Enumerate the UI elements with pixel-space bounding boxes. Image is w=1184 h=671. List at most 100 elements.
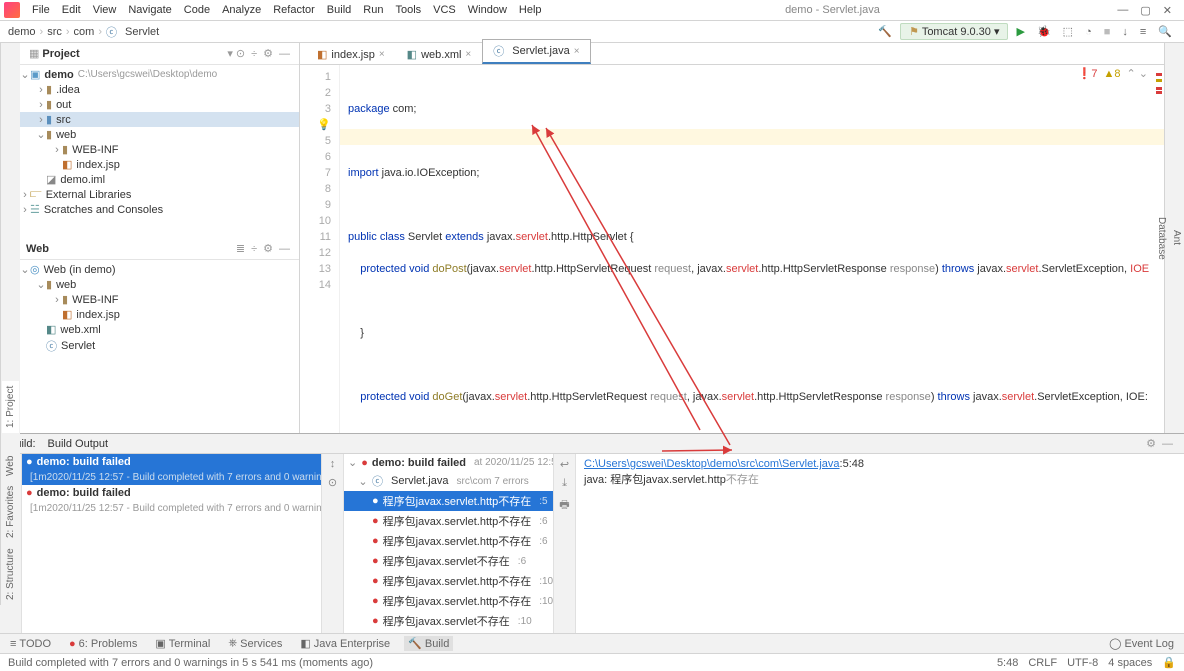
build-output-text[interactable]: C:\Users\gcswei\Desktop\demo\src\com\Ser… [576, 454, 1184, 633]
editor: ◧index.jsp× ◧web.xml× ⓒServlet.java× ❗7 … [300, 43, 1164, 433]
menu-refactor[interactable]: Refactor [267, 2, 321, 18]
iml-icon: ◪ [46, 173, 56, 186]
crumb-2[interactable]: com [74, 26, 95, 38]
build-history-item: [1m2020/11/25 12:57 - Build completed wi… [22, 501, 321, 516]
tab-index-jsp[interactable]: ◧index.jsp× [306, 44, 396, 64]
menu-analyze[interactable]: Analyze [216, 2, 267, 18]
error-item: ● 程序包javax.servlet.http不存在 :6 [344, 531, 553, 551]
target-icon[interactable]: ⊙ [328, 476, 337, 489]
services-tab[interactable]: ⎈ Services [224, 636, 286, 651]
crumb-0[interactable]: demo [8, 26, 36, 38]
web-icon: ◎ [30, 263, 40, 276]
build-panel: Build: Build Output ⚙ — ↻ ⊘ ● demo: buil… [0, 433, 1184, 633]
folder-icon: ▮ [46, 83, 52, 96]
update-icon[interactable]: ↓ [1118, 26, 1132, 38]
close-tab-icon[interactable]: × [574, 46, 580, 57]
statusbar: Build completed with 7 errors and 0 warn… [0, 653, 1184, 671]
project-tree[interactable]: ⌄▣demoC:\Users\gcswei\Desktop\demo ›▮.id… [20, 65, 299, 238]
scroll-icon[interactable]: ⤓ [562, 477, 567, 490]
web-header: Web [26, 243, 233, 255]
library-icon: ⫍ [30, 188, 42, 201]
class-icon: ⓒ [372, 473, 383, 489]
close-icon[interactable]: ✕ [1163, 4, 1172, 17]
menu-navigate[interactable]: Navigate [122, 2, 177, 18]
web-tool-tab[interactable]: Web [2, 451, 19, 481]
run-config-dropdown[interactable]: ⚑ Tomcat 9.0.30 ▾ [900, 23, 1008, 40]
lock-icon[interactable]: 🔒 [1162, 656, 1176, 669]
menu-edit[interactable]: Edit [56, 2, 87, 18]
menu-view[interactable]: View [87, 2, 123, 18]
menu-file[interactable]: File [26, 2, 56, 18]
profiler-icon[interactable]: ◔ [1081, 26, 1096, 38]
menu-code[interactable]: Code [178, 2, 216, 18]
build-error-tree[interactable]: ⌄● demo: build failed at 2020/11/25 12:5… [344, 454, 554, 633]
error-item: ● 程序包javax.servlet不存在 :10 [344, 611, 553, 631]
build-history-list[interactable]: ● demo: build failed [1m2020/11/25 12:57… [22, 454, 322, 633]
close-tab-icon[interactable]: × [379, 49, 385, 60]
web-tree[interactable]: ⌄◎Web (in demo) ⌄▮web ›▮WEB-INF ◧index.j… [20, 260, 299, 433]
maximize-icon[interactable]: ▢ [1140, 4, 1150, 17]
module-icon: ▣ [30, 68, 40, 81]
stop-icon[interactable]: ■ [1100, 26, 1115, 38]
coverage-icon[interactable]: ⬚ [1059, 25, 1077, 38]
print-icon[interactable]: 🖶 [559, 496, 569, 515]
menu-tools[interactable]: Tools [389, 2, 427, 18]
close-tab-icon[interactable]: × [465, 49, 471, 60]
right-tool-strip: Ant Database [1164, 43, 1184, 433]
gear-icon[interactable]: ⚙ [1143, 437, 1159, 450]
error-file-link[interactable]: C:\Users\gcswei\Desktop\demo\src\com\Ser… [584, 458, 840, 470]
menu-help[interactable]: Help [513, 2, 548, 18]
todo-tab[interactable]: ≡ TODO [6, 637, 55, 651]
wrap-icon[interactable]: ↩ [560, 458, 569, 471]
run-icon[interactable]: ▶ [1012, 25, 1028, 38]
tab-web-xml[interactable]: ◧web.xml× [396, 44, 483, 64]
menu-build[interactable]: Build [321, 2, 357, 18]
folder-icon: ▮ [46, 128, 52, 141]
build-tab[interactable]: 🔨 Build [404, 636, 453, 651]
event-log-tab[interactable]: ◯ Event Log [1105, 636, 1178, 651]
collapse-icon[interactable]: ÷ [248, 48, 260, 60]
target-icon[interactable]: ⊙ [233, 47, 248, 60]
debug-icon[interactable]: 🐞 [1033, 25, 1055, 38]
gear-icon[interactable]: ⚙ [260, 242, 276, 255]
xml-icon: ◧ [46, 323, 56, 336]
search-icon[interactable]: 🔍 [1154, 25, 1176, 38]
hide-icon[interactable]: — [276, 243, 293, 255]
gear-icon[interactable]: ⚙ [260, 47, 276, 60]
structure-tool-tab[interactable]: 2: Structure [2, 543, 19, 605]
hide-icon[interactable]: — [1159, 438, 1176, 450]
collapse-icon[interactable]: ÷ [248, 243, 260, 255]
problems-tab[interactable]: ● 6: Problems [65, 637, 141, 651]
settings-icon[interactable]: ≡ [1136, 26, 1150, 38]
project-toolwindow-icon: ▦ [26, 47, 42, 60]
menu-vcs[interactable]: VCS [427, 2, 462, 18]
editor-tabs: ◧index.jsp× ◧web.xml× ⓒServlet.java× [300, 43, 1164, 65]
hide-icon[interactable]: — [276, 48, 293, 60]
crumb-3[interactable]: Servlet [125, 26, 159, 38]
toolbar: demo› src› com› ⓒ Servlet 🔨 ⚑ Tomcat 9.0… [0, 21, 1184, 43]
terminal-tab[interactable]: ▣ Terminal [151, 636, 214, 651]
filter-icon[interactable]: ≣ [233, 242, 248, 255]
class-icon: ⓒ [46, 338, 57, 354]
encoding[interactable]: UTF-8 [1067, 657, 1098, 669]
build-icon[interactable]: 🔨 [874, 25, 896, 38]
ant-tool-tab[interactable]: Ant [1169, 226, 1184, 249]
window-title: demo - Servlet.java [548, 4, 1118, 16]
caret-position[interactable]: 5:48 [997, 657, 1018, 669]
line-separator[interactable]: CRLF [1028, 657, 1057, 669]
build-output-tab[interactable]: Build Output [48, 438, 109, 450]
favorites-tool-tab[interactable]: 2: Favorites [2, 481, 19, 543]
crumb-1[interactable]: src [47, 26, 62, 38]
menu-window[interactable]: Window [462, 2, 513, 18]
menu-run[interactable]: Run [357, 2, 389, 18]
tab-servlet-java[interactable]: ⓒServlet.java× [482, 39, 590, 64]
tree-item-src: ›▮src [20, 112, 299, 127]
expand-icon[interactable]: ↕ [330, 458, 336, 470]
status-message: Build completed with 7 errors and 0 warn… [8, 657, 373, 669]
indent[interactable]: 4 spaces [1108, 657, 1152, 669]
project-tool-tab[interactable]: 1: Project [2, 381, 19, 433]
java-enterprise-tab[interactable]: ◧ Java Enterprise [296, 636, 394, 651]
minimize-icon[interactable]: — [1117, 4, 1128, 17]
gutter[interactable]: 123💡567891011121314 [300, 65, 340, 433]
code-area[interactable]: package com; import java.io.IOException;… [340, 65, 1164, 433]
